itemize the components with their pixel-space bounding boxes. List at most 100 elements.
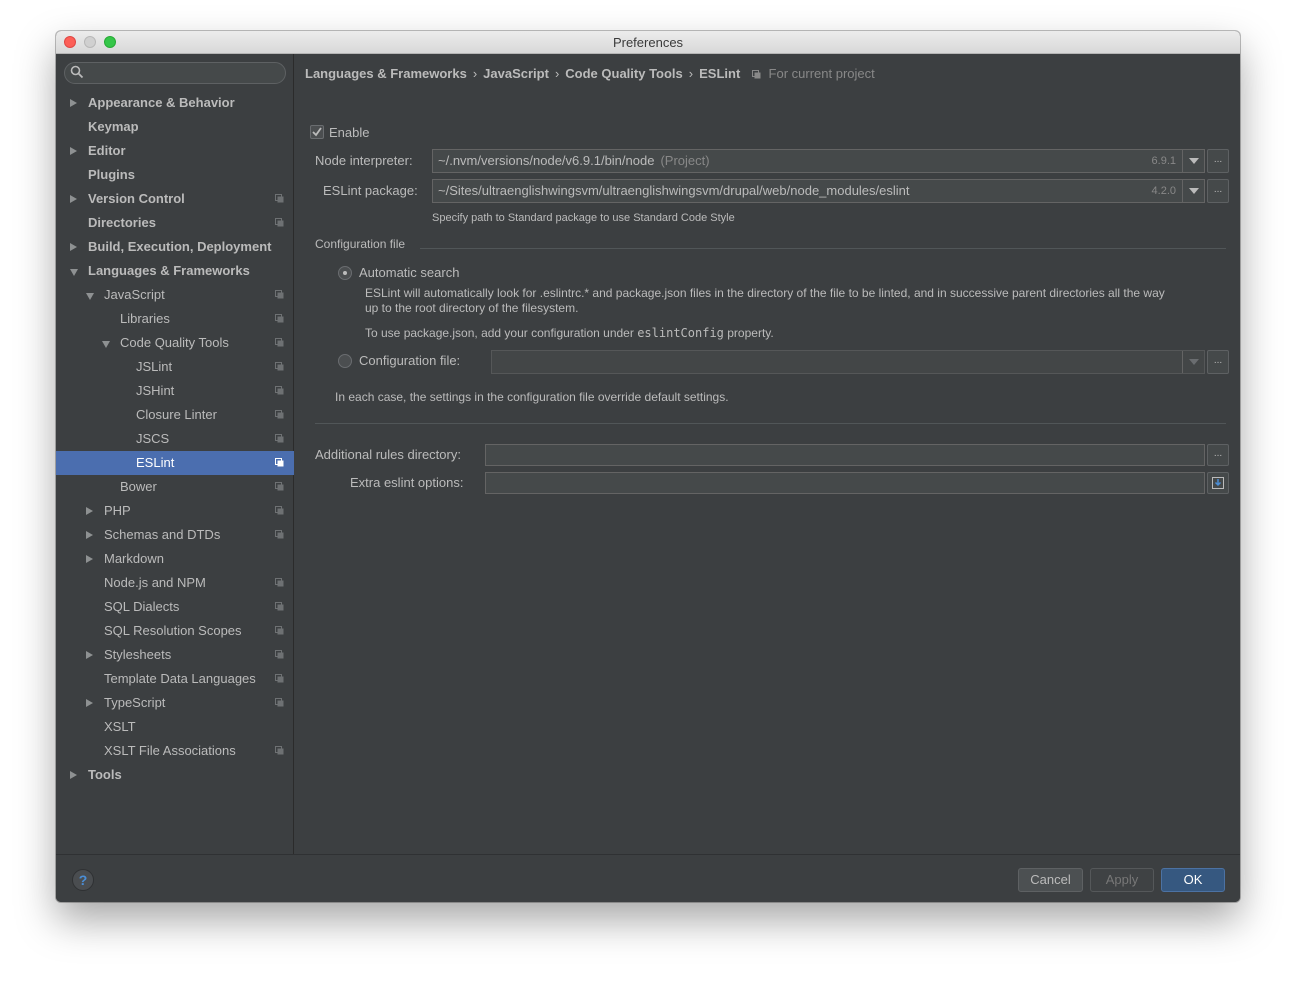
ok-button[interactable]: OK (1161, 868, 1225, 892)
project-level-icon (275, 530, 284, 539)
sidebar-item-label: Build, Execution, Deployment (88, 239, 272, 254)
collapsed-arrow-icon[interactable] (70, 195, 77, 203)
sidebar-item-label: Bower (120, 479, 157, 494)
eslint-package-version: 4.2.0 (1151, 185, 1176, 197)
sidebar-item-stylesheets[interactable]: Stylesheets (56, 643, 294, 667)
project-level-icon (275, 194, 284, 203)
sidebar-item-closure-linter[interactable]: Closure Linter (56, 403, 294, 427)
sidebar-item-php[interactable]: PHP (56, 499, 294, 523)
collapsed-arrow-icon[interactable] (86, 555, 93, 563)
sidebar-item-version-control[interactable]: Version Control (56, 187, 294, 211)
enable-label: Enable (329, 125, 370, 140)
apply-button[interactable]: Apply (1090, 868, 1154, 892)
sidebar-item-javascript[interactable]: JavaScript (56, 283, 294, 307)
collapsed-arrow-icon[interactable] (86, 699, 93, 707)
sidebar-item-label: Editor (88, 143, 126, 158)
collapsed-arrow-icon[interactable] (70, 243, 77, 251)
collapsed-arrow-icon[interactable] (70, 771, 77, 779)
sidebar-item-sql-dialects[interactable]: SQL Dialects (56, 595, 294, 619)
sidebar-item-plugins[interactable]: Plugins (56, 163, 294, 187)
sidebar-item-node-js-and-npm[interactable]: Node.js and NPM (56, 571, 294, 595)
eslint-package-label: ESLint package: (323, 183, 418, 198)
extra-options-input[interactable] (485, 472, 1205, 494)
sidebar-item-label: Tools (88, 767, 122, 782)
sidebar-item-xslt-file-associations[interactable]: XSLT File Associations (56, 739, 294, 763)
configuration-file-browse-button[interactable]: ... (1207, 350, 1229, 374)
sidebar-item-jslint[interactable]: JSLint (56, 355, 294, 379)
eslint-package-dropdown-arrow[interactable] (1182, 180, 1204, 202)
sidebar-item-eslint[interactable]: ESLint (56, 451, 294, 475)
sidebar-item-label: Version Control (88, 191, 185, 206)
expanded-arrow-icon[interactable] (86, 293, 94, 300)
automatic-search-description-line1: ESLint will automatically look for .esli… (365, 286, 1165, 300)
scope-label: For current project (768, 66, 875, 81)
collapsed-arrow-icon[interactable] (86, 651, 93, 659)
eslint-package-combo[interactable]: ~/Sites/ultraenglishwingsvm/ultraenglish… (432, 179, 1205, 203)
sidebar-item-template-data-languages[interactable]: Template Data Languages (56, 667, 294, 691)
sidebar-item-languages-frameworks[interactable]: Languages & Frameworks (56, 259, 294, 283)
collapsed-arrow-icon[interactable] (86, 531, 93, 539)
project-level-icon (275, 698, 284, 707)
search-icon (70, 65, 84, 79)
sidebar-item-typescript[interactable]: TypeScript (56, 691, 294, 715)
sidebar-item-sql-resolution-scopes[interactable]: SQL Resolution Scopes (56, 619, 294, 643)
package-json-note-suffix: property. (727, 326, 774, 340)
eslint-package-browse-button[interactable]: ... (1207, 179, 1229, 203)
cancel-button[interactable]: Cancel (1018, 868, 1083, 892)
sidebar-item-label: JSCS (136, 431, 170, 446)
expanded-arrow-icon[interactable] (102, 341, 110, 348)
configuration-file-combo[interactable] (491, 350, 1205, 374)
window-title: Preferences (612, 35, 684, 50)
project-scope-icon (751, 70, 761, 79)
sidebar-item-label: Libraries (120, 311, 170, 326)
project-level-icon (275, 338, 284, 347)
sidebar-item-tools[interactable]: Tools (56, 763, 294, 787)
options-divider (315, 423, 1226, 424)
additional-rules-label: Additional rules directory: (315, 447, 461, 462)
breadcrumb-item: ESLint (699, 66, 741, 81)
expand-options-button[interactable] (1207, 472, 1229, 494)
sidebar-item-label: Closure Linter (136, 407, 217, 422)
configuration-file-radio[interactable] (338, 354, 352, 368)
sidebar-item-schemas-and-dtds[interactable]: Schemas and DTDs (56, 523, 294, 547)
sidebar-item-code-quality-tools[interactable]: Code Quality Tools (56, 331, 294, 355)
breadcrumb-separator: › (688, 66, 694, 81)
sidebar-item-jshint[interactable]: JSHint (56, 379, 294, 403)
collapsed-arrow-icon[interactable] (70, 147, 77, 155)
eslint-package-hint: Specify path to Standard package to use … (432, 212, 735, 224)
expanded-arrow-icon[interactable] (70, 269, 78, 276)
sidebar-item-appearance-behavior[interactable]: Appearance & Behavior (56, 91, 294, 115)
breadcrumb: Languages & Frameworks › JavaScript › Code Q… (305, 66, 875, 81)
help-button[interactable]: ? (72, 869, 94, 891)
breadcrumb-item: Code Quality Tools (565, 66, 683, 81)
additional-rules-browse-button[interactable]: ... (1207, 444, 1229, 466)
additional-rules-input[interactable] (485, 444, 1205, 466)
sidebar-item-label: Code Quality Tools (120, 335, 229, 350)
sidebar-item-jscs[interactable]: JSCS (56, 427, 294, 451)
sidebar-item-bower[interactable]: Bower (56, 475, 294, 499)
node-interpreter-combo[interactable]: ~/.nvm/versions/node/v6.9.1/bin/node (Pro… (432, 149, 1205, 173)
automatic-search-radio[interactable] (338, 266, 352, 280)
configuration-file-dropdown-arrow[interactable] (1182, 351, 1204, 373)
project-level-icon (275, 626, 284, 635)
enable-checkbox[interactable] (310, 125, 324, 139)
sidebar-item-markdown[interactable]: Markdown (56, 547, 294, 571)
sidebar-item-editor[interactable]: Editor (56, 139, 294, 163)
collapsed-arrow-icon[interactable] (86, 507, 93, 515)
node-interpreter-browse-button[interactable]: ... (1207, 149, 1229, 173)
sidebar-item-label: SQL Resolution Scopes (104, 623, 242, 638)
sidebar-item-label: TypeScript (104, 695, 166, 710)
project-level-icon (275, 362, 284, 371)
sidebar-item-keymap[interactable]: Keymap (56, 115, 294, 139)
breadcrumb-separator: › (554, 66, 560, 81)
package-json-note-text: To use package.json, add your configurat… (365, 326, 634, 340)
settings-search-input[interactable] (64, 62, 286, 84)
project-level-icon (275, 290, 284, 299)
configuration-section-divider (420, 248, 1226, 249)
collapsed-arrow-icon[interactable] (70, 99, 77, 107)
sidebar-item-xslt[interactable]: XSLT (56, 715, 294, 739)
node-interpreter-dropdown-arrow[interactable] (1182, 150, 1204, 172)
sidebar-item-build-execution-deployment[interactable]: Build, Execution, Deployment (56, 235, 294, 259)
sidebar-item-libraries[interactable]: Libraries (56, 307, 294, 331)
sidebar-item-directories[interactable]: Directories (56, 211, 294, 235)
